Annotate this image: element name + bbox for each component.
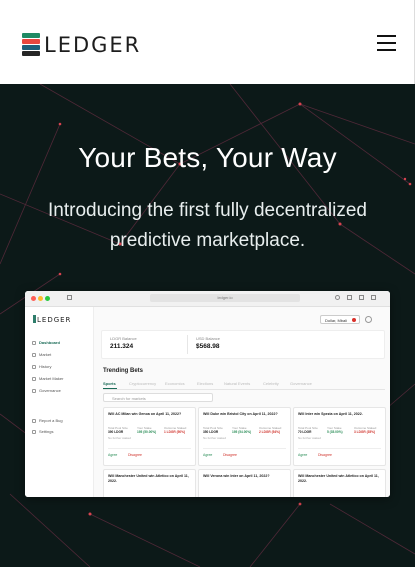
- disagree-button: Disagree: [223, 453, 238, 457]
- pool-value: 350 LDGR: [203, 430, 219, 434]
- balance-divider: [187, 335, 188, 354]
- agree-button: Agree: [203, 453, 213, 457]
- balances-panel: LDGR Balance 211.324 USD Balance $568.98: [101, 330, 385, 359]
- ledger-logo-icon: [22, 33, 40, 57]
- tabs-icon: [371, 295, 376, 300]
- brand-name: LEDGER: [44, 33, 142, 57]
- card-divider: [298, 448, 381, 449]
- bet-card: Will Verona win Inter on April 11, 2022?: [198, 469, 291, 497]
- bet-card: Will Manchester United win Atletico on A…: [293, 469, 386, 497]
- agree-button: Agree: [298, 453, 308, 457]
- bet-card: Will Duke win Bristol City on April 11, …: [198, 407, 291, 466]
- sidebar-item-governance: Governance: [32, 388, 61, 393]
- minimize-dot-icon: [38, 296, 43, 301]
- bet-question: Will Manchester United win Atletico on A…: [298, 474, 379, 483]
- category-tabs: Sports Cryptocurrency Economics Election…: [103, 380, 385, 390]
- bet-question: Will Duke win Bristol City on April 11, …: [203, 412, 278, 416]
- ledger-balance-value: 211.324: [110, 343, 134, 350]
- pool-value: 390 LDGR: [108, 430, 124, 434]
- tab-sports: Sports: [103, 381, 116, 386]
- card-note: No further staked: [108, 436, 132, 440]
- preview-main: Dollar, Mbali LDGR Balance 211.324 USD B…: [94, 307, 390, 497]
- gear-icon: [365, 316, 372, 323]
- sidebar-toggle-icon: [67, 295, 72, 300]
- hero-subtitle: Introducing the first fully decentralize…: [48, 200, 367, 251]
- hero-section: Your Bets, Your Way Introducing the firs…: [0, 84, 415, 567]
- outcome-value: 1 LDGR (50%): [164, 430, 186, 434]
- tab-economics: Economics: [165, 381, 185, 386]
- close-dot-icon: [31, 296, 36, 301]
- trending-title: Trending Bets: [103, 368, 144, 374]
- card-divider: [108, 448, 191, 449]
- sidebar-item-market-maker: Market Maker: [32, 376, 63, 381]
- pool-value: 70 LDGR: [298, 430, 312, 434]
- usd-balance-value: $568.98: [196, 343, 220, 350]
- agree-button: Agree: [108, 453, 118, 457]
- stake-value: 5 (35.00%): [327, 430, 343, 434]
- tab-cryptocurrency: Cryptocurrency: [129, 381, 157, 386]
- sidebar-item-history: History: [32, 364, 51, 369]
- stake-value: 195 (54.00%): [232, 430, 252, 434]
- sidebar-item-report-bug: Report a Bug: [32, 418, 63, 423]
- disagree-button: Disagree: [318, 453, 333, 457]
- usd-balance-label: USD Balance: [196, 336, 221, 341]
- bet-question: Will Inter win Spezia on April 11, 2022.: [298, 412, 363, 416]
- site-header: LEDGER: [0, 0, 415, 84]
- tab-governance: Governance: [290, 381, 312, 386]
- card-note: No further staked: [298, 436, 322, 440]
- sidebar-item-settings: Settings: [32, 429, 53, 434]
- bet-question: Will AC Milan win Genoa on April 11, 202…: [108, 412, 182, 416]
- market-search-input: Search for markets: [103, 393, 213, 402]
- disagree-button: Disagree: [128, 453, 143, 457]
- bet-card: Will Manchester United win Atletico on A…: [103, 469, 196, 497]
- preview-sidebar: LEDGER Dashboard Market History Market M…: [25, 307, 94, 497]
- tab-natural-events: Natural Events: [224, 381, 251, 386]
- ledger-balance-label: LDGR Balance: [110, 336, 137, 341]
- maximize-dot-icon: [45, 296, 50, 301]
- preview-logo: LEDGER: [33, 315, 71, 324]
- app-preview-screenshot: ledger.io LEDGER Dashboard Market Histor…: [25, 291, 390, 497]
- bet-question: Will Verona win Inter on April 11, 2022?: [203, 474, 270, 478]
- outcome-value: 2 LDGR (54%): [259, 430, 281, 434]
- user-chip: Dollar, Mbali: [320, 315, 360, 324]
- download-icon: [335, 295, 340, 300]
- card-note: No further staked: [203, 436, 227, 440]
- stake-value: 195 (50.00%): [137, 430, 157, 434]
- active-tab-underline: [103, 388, 117, 389]
- new-tab-icon: [359, 295, 364, 300]
- sidebar-item-market: Market: [32, 352, 51, 357]
- tab-celebrity: Celebrity: [263, 381, 279, 386]
- url-bar: ledger.io: [150, 294, 300, 302]
- bet-card: Will AC Milan win Genoa on April 11, 202…: [103, 407, 196, 466]
- browser-chrome: ledger.io: [25, 291, 390, 307]
- tab-elections: Elections: [197, 381, 214, 386]
- outcome-value: 3 LDGR (35%): [354, 430, 376, 434]
- bet-question: Will Manchester United win Atletico on A…: [108, 474, 189, 483]
- ledger-logo[interactable]: LEDGER: [22, 33, 141, 57]
- hero-title: Your Bets, Your Way: [78, 142, 337, 173]
- share-icon: [347, 295, 352, 300]
- card-divider: [203, 448, 286, 449]
- sidebar-item-dashboard: Dashboard: [32, 340, 60, 345]
- hamburger-icon[interactable]: [377, 35, 396, 51]
- bet-card: Will Inter win Spezia on April 11, 2022.…: [293, 407, 386, 466]
